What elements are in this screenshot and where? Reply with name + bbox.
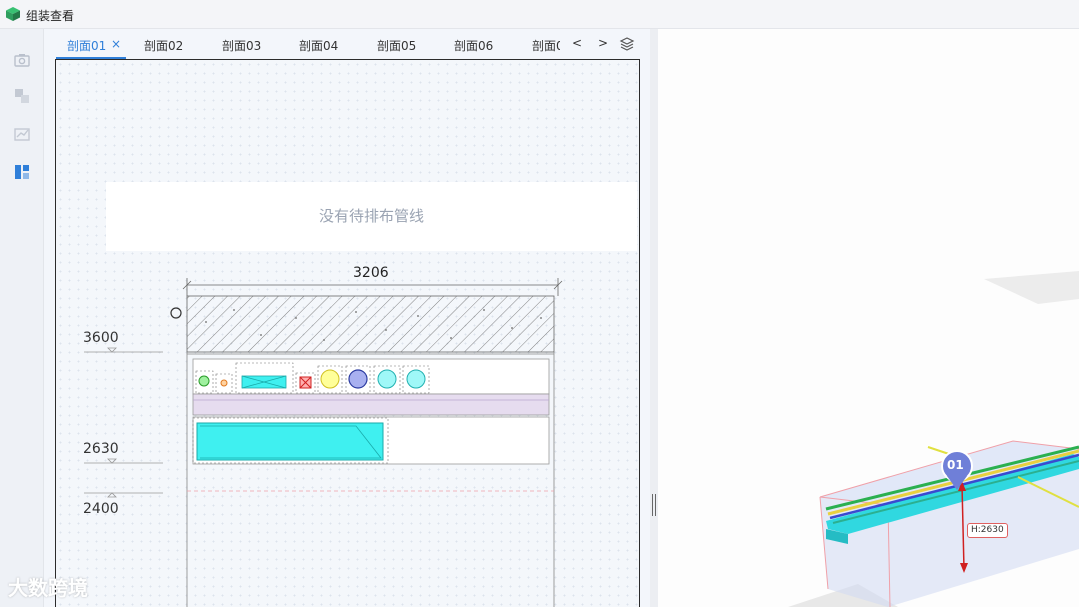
model-scene bbox=[788, 271, 1079, 607]
width-dimension-label: 3206 bbox=[353, 265, 389, 281]
tab-section-06[interactable]: 剖面06 bbox=[454, 37, 493, 54]
tab-section-01[interactable]: 剖面01 bbox=[67, 37, 106, 54]
cube-icon bbox=[6, 7, 20, 21]
panel-splitter[interactable] bbox=[650, 29, 658, 607]
section-drawing bbox=[84, 278, 563, 607]
reference-point bbox=[170, 307, 182, 319]
tab-section-02[interactable]: 剖面02 bbox=[144, 37, 183, 54]
level-mark-2400 bbox=[84, 492, 163, 498]
chart-icon[interactable] bbox=[13, 125, 31, 143]
tab-section-05[interactable]: 剖面05 bbox=[377, 37, 416, 54]
sidebar bbox=[0, 29, 44, 607]
close-icon[interactable]: × bbox=[111, 37, 121, 51]
camera-icon[interactable] bbox=[13, 51, 31, 69]
tab-bar: 剖面01 × 剖面02 剖面03 剖面04 剖面05 剖面06 剖面0 < > bbox=[44, 29, 650, 60]
section-panel: 剖面01 × 剖面02 剖面03 剖面04 剖面05 剖面06 剖面0 < > … bbox=[44, 29, 650, 607]
splitter-grip-icon[interactable] bbox=[652, 494, 656, 516]
watermark: 大数跨境 bbox=[8, 576, 88, 600]
tab-section-04[interactable]: 剖面04 bbox=[299, 37, 338, 54]
level-label-2400: 2400 bbox=[83, 501, 119, 517]
level-label-2630: 2630 bbox=[83, 441, 119, 457]
section-canvas[interactable]: 没有待排布管线 3206 3600 2630 2400 bbox=[55, 59, 640, 607]
air-duct bbox=[196, 422, 384, 461]
layers-icon[interactable] bbox=[619, 36, 635, 52]
lower-tray[interactable] bbox=[192, 416, 550, 465]
height-tag: H:2630 bbox=[967, 523, 1008, 538]
window-title: 组装查看 bbox=[26, 9, 75, 23]
section-view-icon[interactable] bbox=[13, 163, 31, 181]
chevron-left-icon[interactable]: < bbox=[572, 36, 582, 50]
title-bar: 组装查看 bbox=[0, 0, 1079, 29]
level-mark-3600 bbox=[84, 347, 163, 353]
layers-overlap-icon[interactable] bbox=[13, 87, 31, 105]
level-label-3600: 3600 bbox=[83, 330, 119, 346]
marker-label: 01 bbox=[947, 458, 964, 472]
model-viewport[interactable]: 01 H:2630 bbox=[658, 29, 1079, 607]
tab-section-03[interactable]: 剖面03 bbox=[222, 37, 261, 54]
tab-section-07[interactable]: 剖面0 bbox=[532, 37, 560, 54]
floor-plane bbox=[984, 271, 1079, 304]
chevron-right-icon[interactable]: > bbox=[598, 36, 608, 50]
level-mark-2630 bbox=[84, 458, 163, 464]
concrete-slab bbox=[186, 295, 555, 353]
